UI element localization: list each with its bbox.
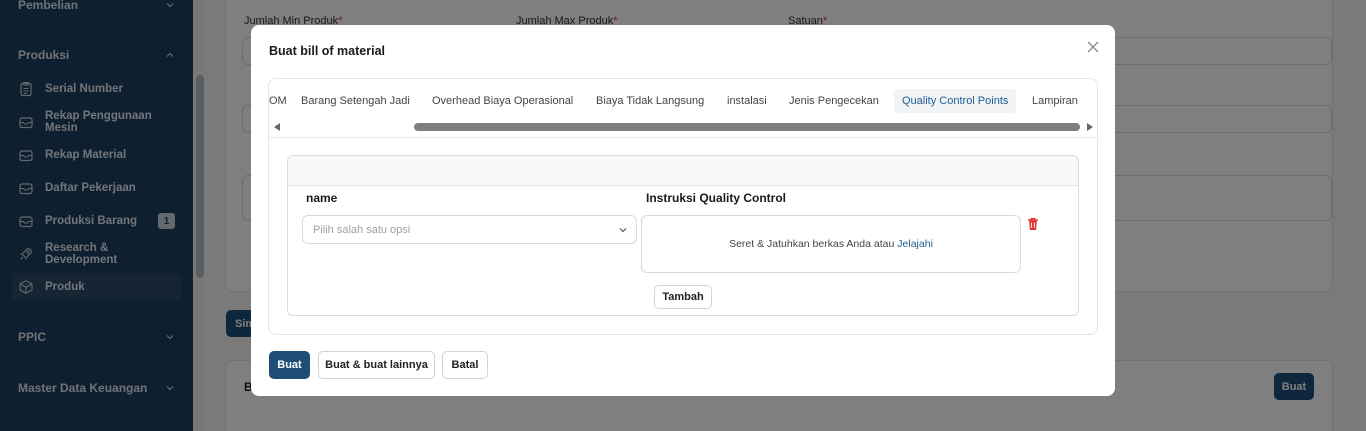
tab-jenis-pengecekan[interactable]: Jenis Pengecekan bbox=[789, 89, 879, 113]
name-select[interactable]: Pilih salah satu opsi bbox=[302, 215, 637, 244]
tabs-scrollbar-thumb[interactable] bbox=[414, 123, 1080, 131]
add-row-button[interactable]: Tambah bbox=[654, 285, 712, 309]
scroll-right-arrow-icon[interactable] bbox=[1087, 123, 1093, 131]
column-header-instruction: Instruksi Quality Control bbox=[646, 191, 787, 205]
browse-link[interactable]: Jelajahi bbox=[897, 238, 933, 250]
create-button[interactable]: Buat bbox=[269, 351, 310, 379]
tab-instalasi[interactable]: instalasi bbox=[727, 89, 767, 113]
close-icon[interactable] bbox=[1085, 39, 1101, 55]
modal-title: Buat bill of material bbox=[269, 44, 385, 58]
dropzone-text: Seret & Jatuhkan berkas Anda atau bbox=[729, 238, 895, 250]
trash-icon[interactable] bbox=[1027, 217, 1039, 231]
column-header-name: name bbox=[306, 191, 338, 205]
quality-control-table: name Instruksi Quality Control Pilih sal… bbox=[287, 155, 1079, 316]
cancel-button[interactable]: Batal bbox=[442, 351, 488, 379]
tabs-container: OM Barang Setengah Jadi Overhead Biaya O… bbox=[268, 78, 1098, 335]
tab-biaya-tidak-langsung[interactable]: Biaya Tidak Langsung bbox=[596, 89, 704, 113]
select-placeholder: Pilih salah satu opsi bbox=[313, 223, 411, 236]
scroll-left-arrow-icon[interactable] bbox=[274, 123, 280, 131]
chevron-down-icon bbox=[619, 228, 627, 233]
table-header-bar bbox=[288, 156, 1078, 186]
tab-lampiran[interactable]: Lampiran bbox=[1032, 89, 1078, 113]
bill-of-material-modal: Buat bill of material OM Barang Setengah… bbox=[251, 25, 1115, 396]
file-dropzone[interactable]: Seret & Jatuhkan berkas Anda atau Jelaja… bbox=[641, 215, 1021, 273]
tab-overhead-biaya-operasional[interactable]: Overhead Biaya Operasional bbox=[432, 89, 573, 113]
tab-bom[interactable]: OM bbox=[269, 89, 287, 113]
tab-bar: OM Barang Setengah Jadi Overhead Biaya O… bbox=[269, 79, 1097, 138]
create-another-button[interactable]: Buat & buat lainnya bbox=[318, 351, 435, 379]
tab-barang-setengah-jadi[interactable]: Barang Setengah Jadi bbox=[301, 89, 410, 113]
tab-quality-control-points[interactable]: Quality Control Points bbox=[894, 89, 1017, 113]
